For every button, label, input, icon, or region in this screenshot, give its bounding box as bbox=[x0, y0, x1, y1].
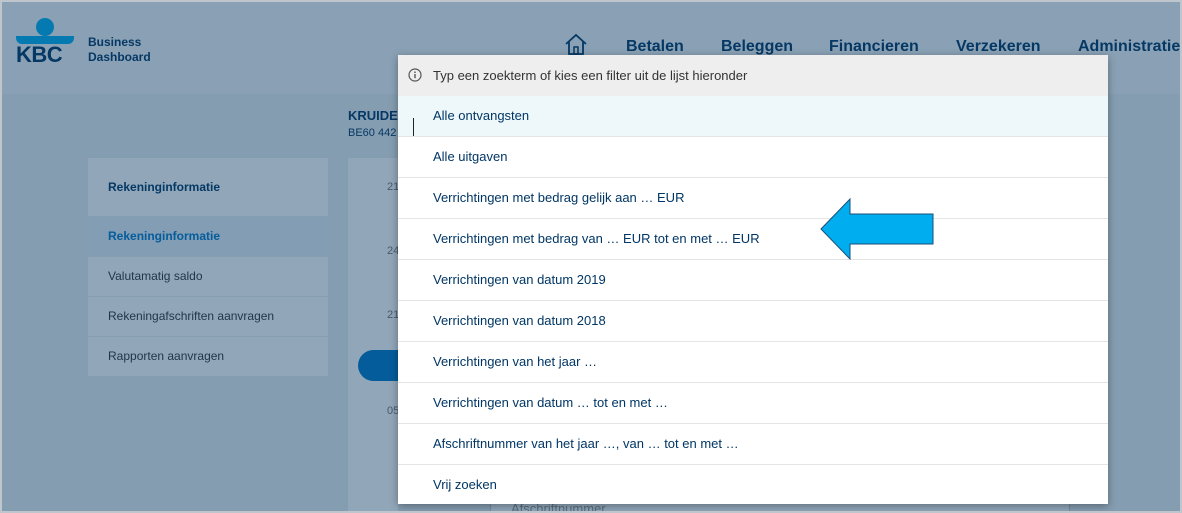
filter-option-label: Verrichtingen van datum 2018 bbox=[433, 313, 606, 328]
filter-option-label: Verrichtingen met bedrag gelijk aan … EU… bbox=[433, 190, 685, 205]
filter-option-vrij-zoeken[interactable]: Vrij zoeken bbox=[398, 465, 1108, 505]
filter-option-label: Afschriftnummer van het jaar …, van … to… bbox=[433, 436, 739, 451]
filter-option-datum-2019[interactable]: Verrichtingen van datum 2019 bbox=[398, 260, 1108, 301]
arrow-left-icon bbox=[820, 198, 934, 260]
filter-dropdown: Typ een zoekterm of kies een filter uit … bbox=[398, 55, 1108, 504]
filter-option-alle-ontvangsten[interactable]: Alle ontvangsten bbox=[398, 96, 1108, 137]
filter-option-datum-van-tot[interactable]: Verrichtingen van datum … tot en met … bbox=[398, 383, 1108, 424]
filter-option-datum-2018[interactable]: Verrichtingen van datum 2018 bbox=[398, 301, 1108, 342]
filter-option-alle-uitgaven[interactable]: Alle uitgaven bbox=[398, 137, 1108, 178]
screenshot-frame: KBC Business Dashboard Betalen Beleggen … bbox=[0, 0, 1182, 513]
filter-option-label: Alle ontvangsten bbox=[433, 108, 530, 123]
filter-option-bedrag-van-tot[interactable]: Verrichtingen met bedrag van … EUR tot e… bbox=[398, 219, 1108, 260]
info-icon bbox=[408, 68, 422, 82]
filter-option-bedrag-gelijk[interactable]: Verrichtingen met bedrag gelijk aan … EU… bbox=[398, 178, 1108, 219]
filter-option-label: Verrichtingen van datum … tot en met … bbox=[433, 395, 668, 410]
filter-option-label: Vrij zoeken bbox=[433, 477, 497, 492]
filter-option-jaar[interactable]: Verrichtingen van het jaar … bbox=[398, 342, 1108, 383]
filter-option-label: Verrichtingen van het jaar … bbox=[433, 354, 598, 369]
filter-option-label: Verrichtingen met bedrag van … EUR tot e… bbox=[433, 231, 760, 246]
filter-option-label: Verrichtingen van datum 2019 bbox=[433, 272, 606, 287]
text-cursor bbox=[413, 118, 414, 136]
filter-hint-bar: Typ een zoekterm of kies een filter uit … bbox=[398, 55, 1108, 96]
filter-option-afschriftnummer[interactable]: Afschriftnummer van het jaar …, van … to… bbox=[398, 424, 1108, 465]
filter-hint-text: Typ een zoekterm of kies een filter uit … bbox=[433, 68, 748, 83]
filter-option-label: Alle uitgaven bbox=[433, 149, 508, 164]
